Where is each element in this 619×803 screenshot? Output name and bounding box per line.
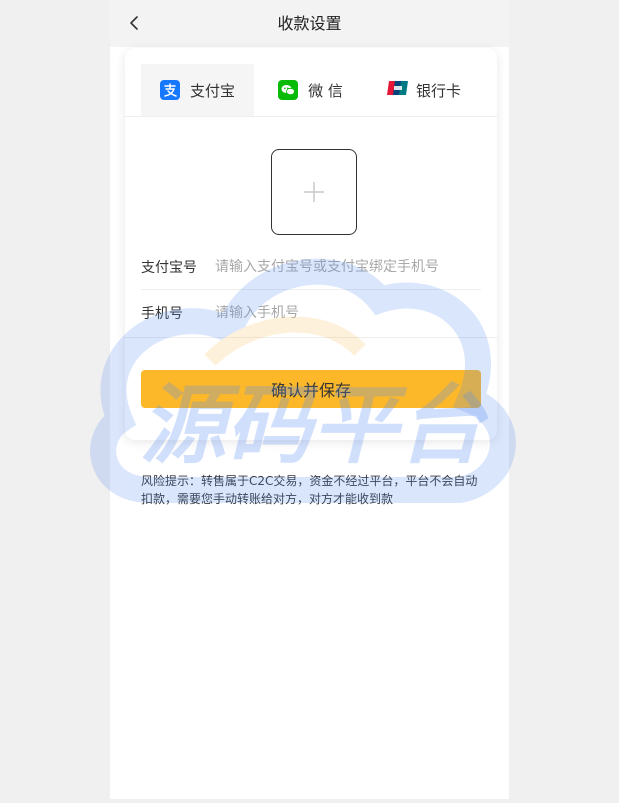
save-button[interactable]: 确认并保存 bbox=[141, 370, 481, 408]
wechat-icon bbox=[278, 80, 299, 100]
tab-bank-card[interactable]: 银行卡 bbox=[367, 64, 480, 116]
alipay-account-input[interactable] bbox=[215, 258, 481, 275]
chevron-left-icon[interactable] bbox=[126, 12, 144, 34]
qr-code-upload[interactable] bbox=[271, 149, 357, 235]
nav-bar: 收款设置 bbox=[110, 0, 509, 47]
tab-wechat[interactable]: 微 信 bbox=[254, 64, 367, 116]
alipay-account-label: 支付宝号 bbox=[141, 259, 197, 276]
risk-tip: 风险提示：转售属于C2C交易，资金不经过平台，平台不会自动扣款，需要您手动转账给… bbox=[141, 474, 478, 506]
alipay-account-row: 支付宝号 bbox=[141, 244, 481, 290]
tab-bank-card-label: 银行卡 bbox=[415, 81, 461, 100]
divider bbox=[125, 337, 497, 338]
payment-method-tabs: 支付宝 微 信 银行卡 bbox=[125, 64, 497, 117]
tab-alipay[interactable]: 支付宝 bbox=[141, 64, 254, 116]
tab-wechat-label: 微 信 bbox=[308, 81, 343, 100]
phone-screen: 收款设置 支付宝 微 信 银行卡 支付宝号 请输入支付宝号或支付宝绑定手机号 手… bbox=[110, 0, 509, 799]
phone-row: 手机号 bbox=[141, 290, 481, 336]
alipay-icon bbox=[159, 80, 180, 100]
unionpay-icon bbox=[386, 80, 408, 100]
phone-label: 手机号 bbox=[141, 306, 183, 322]
tab-alipay-label: 支付宝 bbox=[189, 81, 235, 100]
payment-settings-card: 支付宝 微 信 银行卡 支付宝号 请输入支付宝号或支付宝绑定手机号 手机号 请输… bbox=[125, 48, 497, 440]
phone-input[interactable] bbox=[215, 305, 481, 321]
page-title: 收款设置 bbox=[277, 14, 342, 33]
